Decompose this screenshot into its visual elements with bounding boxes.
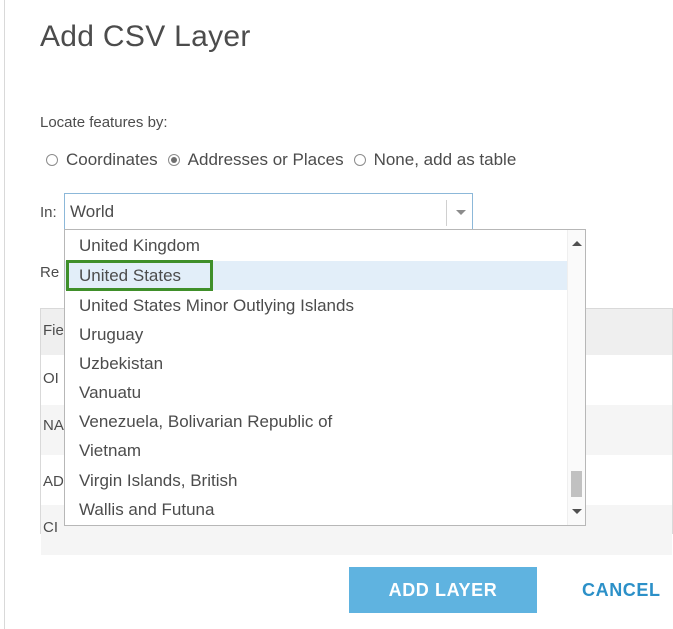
list-item[interactable]: Venezuela, Bolivarian Republic of xyxy=(65,407,568,436)
background-row-cell: AD xyxy=(43,473,64,490)
radio-addresses[interactable]: Addresses or Places xyxy=(167,150,344,170)
country-select-value: World xyxy=(70,202,115,221)
country-dropdown-list[interactable]: United Kingdom United States United Stat… xyxy=(64,229,586,526)
add-csv-layer-dialog: Add CSV Layer Locate features by: Coordi… xyxy=(0,0,673,629)
select-divider xyxy=(446,200,447,226)
scroll-up-arrow-icon[interactable] xyxy=(572,241,582,246)
list-item[interactable]: Uzbekistan xyxy=(65,349,568,378)
radio-none-table[interactable]: None, add as table xyxy=(353,150,517,170)
dialog-left-border xyxy=(4,0,5,629)
radio-coordinates-circle[interactable] xyxy=(46,154,58,166)
background-row-cell: OI xyxy=(43,370,59,387)
radio-addresses-label: Addresses or Places xyxy=(187,150,344,169)
chevron-down-icon[interactable] xyxy=(456,210,466,215)
background-row-cell: NA xyxy=(43,417,64,434)
scroll-down-arrow-icon[interactable] xyxy=(572,509,582,514)
radio-coordinates[interactable]: Coordinates xyxy=(46,150,158,170)
list-item[interactable]: United Kingdom xyxy=(65,231,568,260)
list-item[interactable]: Virgin Islands, British xyxy=(65,466,568,495)
in-label: In: xyxy=(40,204,57,221)
list-item[interactable]: United States Minor Outlying Islands xyxy=(65,291,568,320)
add-layer-button[interactable]: ADD LAYER xyxy=(349,567,537,613)
scroll-thumb[interactable] xyxy=(571,471,582,497)
radio-none-table-label: None, add as table xyxy=(373,150,517,169)
radio-coordinates-label: Coordinates xyxy=(66,150,158,169)
list-item[interactable]: Vietnam xyxy=(65,436,568,465)
radio-addresses-circle[interactable] xyxy=(167,154,180,166)
locate-radio-group: Coordinates Addresses or Places None, ad… xyxy=(46,150,526,170)
list-item[interactable]: Uruguay xyxy=(65,320,568,349)
background-header-cell: Fie xyxy=(43,322,64,339)
list-item-selected[interactable]: United States xyxy=(65,261,568,290)
cancel-button[interactable]: CANCEL xyxy=(582,567,661,613)
list-scrollbar[interactable] xyxy=(567,230,585,525)
background-section-label: Re xyxy=(40,264,60,281)
dialog-title: Add CSV Layer xyxy=(40,20,251,53)
country-select[interactable]: World xyxy=(64,193,473,231)
background-row-cell: CI xyxy=(43,519,58,536)
locate-features-label: Locate features by: xyxy=(40,114,168,131)
radio-none-table-circle[interactable] xyxy=(353,154,366,166)
list-item[interactable]: Vanuatu xyxy=(65,378,568,407)
list-item[interactable]: Wallis and Futuna xyxy=(65,495,568,524)
